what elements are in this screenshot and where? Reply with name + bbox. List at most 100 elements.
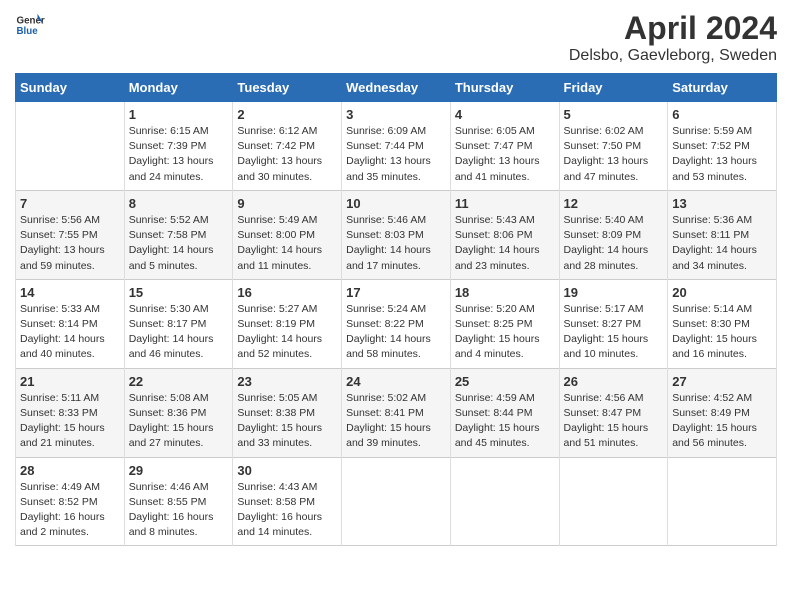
day-number: 6 xyxy=(672,107,772,122)
day-cell: 18 Sunrise: 5:20 AMSunset: 8:25 PMDayligh… xyxy=(450,279,559,368)
header-thursday: Thursday xyxy=(450,74,559,102)
day-info: Sunrise: 4:46 AMSunset: 8:55 PMDaylight:… xyxy=(129,480,229,541)
day-info: Sunrise: 4:56 AMSunset: 8:47 PMDaylight:… xyxy=(564,391,664,452)
header-monday: Monday xyxy=(124,74,233,102)
day-number: 11 xyxy=(455,196,555,211)
calendar-body: 1Sunrise: 6:15 AMSunset: 7:39 PMDaylight… xyxy=(16,102,777,546)
day-info: Sunrise: 6:12 AMSunset: 7:42 PMDaylight:… xyxy=(237,124,337,185)
day-cell: 15 Sunrise: 5:30 AMSunset: 8:17 PMDayligh… xyxy=(124,279,233,368)
day-cell xyxy=(559,457,668,546)
day-cell: 29Sunrise: 4:46 AMSunset: 8:55 PMDayligh… xyxy=(124,457,233,546)
day-cell xyxy=(668,457,777,546)
header-friday: Friday xyxy=(559,74,668,102)
day-number: 15 xyxy=(129,285,229,300)
calendar-title: April 2024 xyxy=(569,10,777,47)
day-cell: 24 Sunrise: 5:02 AMSunset: 8:41 PMDayligh… xyxy=(342,368,451,457)
day-number: 10 xyxy=(346,196,446,211)
day-cell xyxy=(342,457,451,546)
day-number: 12 xyxy=(564,196,664,211)
day-cell: 19 Sunrise: 5:17 AMSunset: 8:27 PMDayligh… xyxy=(559,279,668,368)
day-cell: 2 Sunrise: 6:12 AMSunset: 7:42 PMDaylight… xyxy=(233,102,342,191)
day-info: Sunrise: 5:36 AMSunset: 8:11 PMDaylight:… xyxy=(672,213,772,274)
day-cell: 9 Sunrise: 5:49 AMSunset: 8:00 PMDaylight… xyxy=(233,190,342,279)
week-row-2: 14 Sunrise: 5:33 AMSunset: 8:14 PMDayligh… xyxy=(16,279,777,368)
day-number: 20 xyxy=(672,285,772,300)
day-info: Sunrise: 5:56 AMSunset: 7:55 PMDaylight:… xyxy=(20,213,120,274)
day-info: Sunrise: 5:20 AMSunset: 8:25 PMDaylight:… xyxy=(455,302,555,363)
day-info: Sunrise: 4:43 AMSunset: 8:58 PMDaylight:… xyxy=(237,480,337,541)
day-info: Sunrise: 6:05 AMSunset: 7:47 PMDaylight:… xyxy=(455,124,555,185)
day-cell: 8Sunrise: 5:52 AMSunset: 7:58 PMDaylight… xyxy=(124,190,233,279)
calendar-table: SundayMondayTuesdayWednesdayThursdayFrid… xyxy=(15,73,777,546)
logo-icon: General Blue xyxy=(15,10,45,40)
day-number: 30 xyxy=(237,463,337,478)
day-info: Sunrise: 5:24 AMSunset: 8:22 PMDaylight:… xyxy=(346,302,446,363)
day-cell: 17 Sunrise: 5:24 AMSunset: 8:22 PMDayligh… xyxy=(342,279,451,368)
day-cell: 4 Sunrise: 6:05 AMSunset: 7:47 PMDaylight… xyxy=(450,102,559,191)
day-number: 3 xyxy=(346,107,446,122)
day-cell: 1Sunrise: 6:15 AMSunset: 7:39 PMDaylight… xyxy=(124,102,233,191)
day-cell: 30 Sunrise: 4:43 AMSunset: 8:58 PMDayligh… xyxy=(233,457,342,546)
day-cell: 22Sunrise: 5:08 AMSunset: 8:36 PMDayligh… xyxy=(124,368,233,457)
day-info: Sunrise: 5:59 AMSunset: 7:52 PMDaylight:… xyxy=(672,124,772,185)
week-row-0: 1Sunrise: 6:15 AMSunset: 7:39 PMDaylight… xyxy=(16,102,777,191)
day-info: Sunrise: 5:27 AMSunset: 8:19 PMDaylight:… xyxy=(237,302,337,363)
day-info: Sunrise: 5:40 AMSunset: 8:09 PMDaylight:… xyxy=(564,213,664,274)
day-number: 5 xyxy=(564,107,664,122)
day-number: 9 xyxy=(237,196,337,211)
title-block: April 2024 Delsbo, Gaevleborg, Sweden xyxy=(569,10,777,65)
day-number: 27 xyxy=(672,374,772,389)
calendar-header-row: SundayMondayTuesdayWednesdayThursdayFrid… xyxy=(16,74,777,102)
svg-text:Blue: Blue xyxy=(17,26,39,37)
day-info: Sunrise: 5:14 AMSunset: 8:30 PMDaylight:… xyxy=(672,302,772,363)
day-cell: 27 Sunrise: 4:52 AMSunset: 8:49 PMDayligh… xyxy=(668,368,777,457)
day-number: 4 xyxy=(455,107,555,122)
day-number: 25 xyxy=(455,374,555,389)
day-info: Sunrise: 4:49 AMSunset: 8:52 PMDaylight:… xyxy=(20,480,120,541)
day-number: 14 xyxy=(20,285,120,300)
day-cell: 7 Sunrise: 5:56 AMSunset: 7:55 PMDaylight… xyxy=(16,190,125,279)
day-info: Sunrise: 5:05 AMSunset: 8:38 PMDaylight:… xyxy=(237,391,337,452)
day-number: 18 xyxy=(455,285,555,300)
header-tuesday: Tuesday xyxy=(233,74,342,102)
day-cell: 5Sunrise: 6:02 AMSunset: 7:50 PMDaylight… xyxy=(559,102,668,191)
day-number: 13 xyxy=(672,196,772,211)
header-saturday: Saturday xyxy=(668,74,777,102)
day-number: 17 xyxy=(346,285,446,300)
day-info: Sunrise: 6:09 AMSunset: 7:44 PMDaylight:… xyxy=(346,124,446,185)
day-info: Sunrise: 5:17 AMSunset: 8:27 PMDaylight:… xyxy=(564,302,664,363)
day-number: 21 xyxy=(20,374,120,389)
day-cell: 13 Sunrise: 5:36 AMSunset: 8:11 PMDayligh… xyxy=(668,190,777,279)
day-info: Sunrise: 5:08 AMSunset: 8:36 PMDaylight:… xyxy=(129,391,229,452)
day-info: Sunrise: 5:49 AMSunset: 8:00 PMDaylight:… xyxy=(237,213,337,274)
day-number: 2 xyxy=(237,107,337,122)
day-cell: 21 Sunrise: 5:11 AMSunset: 8:33 PMDayligh… xyxy=(16,368,125,457)
day-info: Sunrise: 5:30 AMSunset: 8:17 PMDaylight:… xyxy=(129,302,229,363)
header-sunday: Sunday xyxy=(16,74,125,102)
week-row-1: 7 Sunrise: 5:56 AMSunset: 7:55 PMDaylight… xyxy=(16,190,777,279)
day-number: 7 xyxy=(20,196,120,211)
week-row-4: 28 Sunrise: 4:49 AMSunset: 8:52 PMDayligh… xyxy=(16,457,777,546)
day-cell: 10 Sunrise: 5:46 AMSunset: 8:03 PMDayligh… xyxy=(342,190,451,279)
day-cell: 23 Sunrise: 5:05 AMSunset: 8:38 PMDayligh… xyxy=(233,368,342,457)
day-info: Sunrise: 5:11 AMSunset: 8:33 PMDaylight:… xyxy=(20,391,120,452)
day-info: Sunrise: 4:52 AMSunset: 8:49 PMDaylight:… xyxy=(672,391,772,452)
day-cell: 12 Sunrise: 5:40 AMSunset: 8:09 PMDayligh… xyxy=(559,190,668,279)
logo: General Blue xyxy=(15,10,45,40)
day-info: Sunrise: 6:15 AMSunset: 7:39 PMDaylight:… xyxy=(129,124,229,185)
page-header: General Blue April 2024 Delsbo, Gaevlebo… xyxy=(15,10,777,65)
day-info: Sunrise: 5:33 AMSunset: 8:14 PMDaylight:… xyxy=(20,302,120,363)
day-info: Sunrise: 5:43 AMSunset: 8:06 PMDaylight:… xyxy=(455,213,555,274)
day-number: 28 xyxy=(20,463,120,478)
day-number: 24 xyxy=(346,374,446,389)
day-cell: 3 Sunrise: 6:09 AMSunset: 7:44 PMDaylight… xyxy=(342,102,451,191)
day-number: 19 xyxy=(564,285,664,300)
day-info: Sunrise: 5:02 AMSunset: 8:41 PMDaylight:… xyxy=(346,391,446,452)
day-number: 16 xyxy=(237,285,337,300)
header-wednesday: Wednesday xyxy=(342,74,451,102)
day-info: Sunrise: 5:46 AMSunset: 8:03 PMDaylight:… xyxy=(346,213,446,274)
day-info: Sunrise: 4:59 AMSunset: 8:44 PMDaylight:… xyxy=(455,391,555,452)
day-number: 8 xyxy=(129,196,229,211)
day-number: 23 xyxy=(237,374,337,389)
day-cell: 6 Sunrise: 5:59 AMSunset: 7:52 PMDaylight… xyxy=(668,102,777,191)
